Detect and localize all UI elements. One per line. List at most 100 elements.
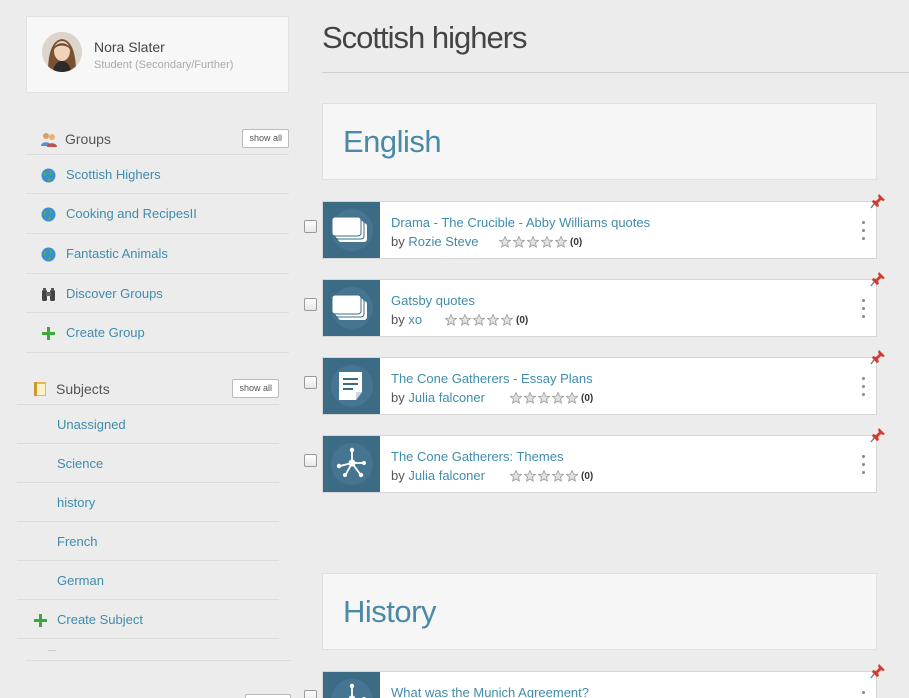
author-link[interactable]: Julia falconer [408,468,485,483]
resource-title-link[interactable]: What was the Munich Agreement? [391,685,589,698]
resource-card[interactable]: Gatsby quotes by xo (0) [322,279,877,337]
sidebar-item-french[interactable]: French [17,521,279,560]
more-options-icon[interactable] [862,455,866,477]
author-link[interactable]: xo [408,312,422,327]
title-divider [322,72,909,73]
resource-card[interactable]: What was the Munich Agreement? [322,671,877,698]
flashcards-icon [323,280,380,336]
resource-card[interactable]: Drama - The Crucible - Abby Williams quo… [322,201,877,259]
subjects-show-all-button[interactable]: show all [232,379,279,398]
resource-card[interactable]: The Cone Gatherers: Themes by Julia falc… [322,435,877,493]
author-link[interactable]: Rozie Steve [408,234,478,249]
star-icon[interactable] [445,314,457,326]
star-icon[interactable] [487,314,499,326]
sidebar-item-cooking-and-recipes[interactable]: Cooking and RecipesII [26,193,289,232]
resource-checkbox[interactable] [304,454,317,467]
create-group-button[interactable]: Create Group [26,312,289,351]
pin-icon[interactable] [870,349,886,365]
star-icon[interactable] [541,236,553,248]
star-icon[interactable] [527,236,539,248]
star-icon[interactable] [538,470,550,482]
show-all-button[interactable] [245,694,291,698]
rating-count: (0) [570,236,583,248]
folder-icon [32,381,50,397]
star-rating[interactable]: (0) [445,314,528,326]
globe-icon [41,207,56,222]
resource-checkbox[interactable] [304,298,317,311]
star-rating[interactable]: (0) [499,236,582,248]
sidebar-item-label: Unassigned [57,416,126,432]
star-icon[interactable] [510,392,522,404]
star-icon[interactable] [524,470,536,482]
sidebar-item-label: Cooking and RecipesII [66,205,197,221]
sidebar-item-label: Create Subject [57,611,143,627]
star-icon[interactable] [538,392,550,404]
resource-byline: by Rozie Steve [391,234,478,249]
plus-icon [41,326,56,341]
user-profile-card[interactable]: Nora Slater Student (Secondary/Further) [26,16,289,93]
resource-title-link[interactable]: The Cone Gatherers - Essay Plans [391,371,593,386]
resource-byline: by xo [391,312,422,327]
star-rating[interactable]: (0) [510,470,593,482]
star-icon[interactable] [552,470,564,482]
user-name[interactable]: Nora Slater [94,39,165,55]
mindmap-icon [323,672,380,698]
resource-checkbox[interactable] [304,220,317,233]
sidebar-item-science[interactable]: Science [17,443,279,482]
star-icon[interactable] [501,314,513,326]
groups-header: Groups show all [26,123,289,155]
resource-card[interactable]: The Cone Gatherers - Essay Plans by Juli… [322,357,877,415]
sidebar-item-label: Fantastic Animals [66,245,168,261]
resource-checkbox[interactable] [304,376,317,389]
star-icon[interactable] [555,236,567,248]
resource-title-link[interactable]: The Cone Gatherers: Themes [391,449,563,464]
resource-byline: by Julia falconer [391,390,485,405]
groups-icon [40,131,58,147]
rating-count: (0) [516,314,529,326]
pin-icon[interactable] [870,427,886,443]
mindmap-icon [323,436,380,492]
resource-checkbox[interactable] [304,690,317,698]
star-icon[interactable] [510,470,522,482]
star-icon[interactable] [566,470,578,482]
star-icon[interactable] [513,236,525,248]
sidebar-item-discover-groups[interactable]: Discover Groups [26,273,289,312]
groups-show-all-button[interactable]: show all [242,129,289,148]
user-role: Student (Secondary/Further) [94,59,234,71]
pin-icon[interactable] [870,663,886,679]
sidebar-item-label: Discover Groups [66,285,163,301]
star-rating[interactable]: (0) [510,392,593,404]
resource-title-link[interactable]: Drama - The Crucible - Abby Williams quo… [391,215,650,230]
by-label: by [391,312,405,327]
sidebar-item-unassigned[interactable]: Unassigned [17,404,279,443]
star-icon[interactable] [566,392,578,404]
star-icon[interactable] [524,392,536,404]
star-icon[interactable] [459,314,471,326]
star-icon[interactable] [473,314,485,326]
pin-icon[interactable] [870,271,886,287]
sidebar-item-label: history [57,494,96,510]
subject-name: History [343,594,436,629]
pin-icon[interactable] [870,193,886,209]
sidebar-item-label: German [57,572,104,588]
sidebar-item-scottish-highers[interactable]: Scottish Highers [26,154,289,193]
groups-title: Groups [65,131,111,147]
sidebar-item-german[interactable]: German [17,560,279,599]
more-options-icon[interactable] [862,691,866,698]
more-options-icon[interactable] [862,299,866,321]
by-label: by [391,468,405,483]
more-options-icon[interactable] [862,221,866,243]
sidebar-item-history[interactable]: history [17,482,279,521]
sidebar-item-label: Science [57,455,104,471]
sidebar-item-fantastic-animals[interactable]: Fantastic Animals [26,233,289,272]
star-icon[interactable] [552,392,564,404]
plus-icon [33,613,48,628]
create-subject-button[interactable]: Create Subject [17,599,279,638]
resource-title-link[interactable]: Gatsby quotes [391,293,475,308]
author-link[interactable]: Julia falconer [408,390,485,405]
star-icon[interactable] [499,236,511,248]
more-options-icon[interactable] [862,377,866,399]
subjects-header: Subjects show all [17,373,279,405]
rating-count: (0) [581,470,594,482]
avatar[interactable] [42,32,82,72]
